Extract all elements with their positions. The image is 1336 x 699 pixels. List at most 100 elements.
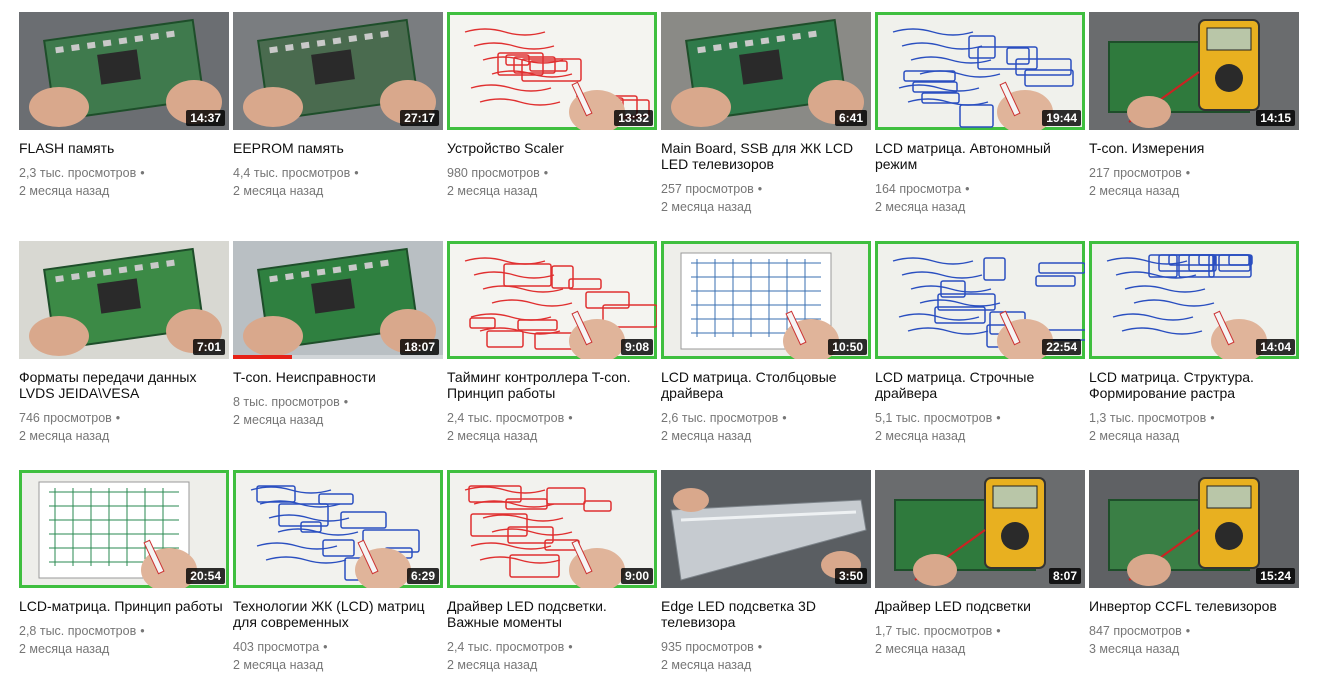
metadata-separator: •: [1185, 624, 1191, 638]
video-title[interactable]: Драйвер LED подсветки: [875, 598, 1085, 614]
video-thumbnail[interactable]: 22:54: [875, 241, 1085, 359]
video-card[interactable]: 3:50 Edge LED подсветка 3D телевизора 935 …: [661, 470, 871, 699]
video-upload-age: 2 месяца назад: [1089, 184, 1180, 198]
video-thumbnail[interactable]: 10:50: [661, 241, 871, 359]
video-thumbnail[interactable]: 7:01: [19, 241, 229, 359]
video-metadata: 1,3 тыс. просмотров • 2 месяца назад: [1089, 409, 1299, 445]
video-view-count: 2,6 тыс. просмотров: [661, 411, 779, 425]
video-duration-badge: 20:54: [186, 568, 225, 584]
video-title[interactable]: LCD матрица. Строчные драйвера: [875, 369, 1085, 401]
video-metadata: 257 просмотров • 2 месяца назад: [661, 180, 871, 216]
video-card[interactable]: 6:29 Технологии ЖК (LCD) матриц для совре…: [233, 470, 443, 699]
video-card[interactable]: 19:44 LCD матрица. Автономный режим 164 пр…: [875, 12, 1085, 241]
metadata-separator: •: [568, 411, 573, 425]
video-thumbnail[interactable]: 6:41: [661, 12, 871, 130]
video-card[interactable]: 14:37 FLASH память 2,3 тыс. просмотров • 2 м…: [19, 12, 229, 241]
video-title[interactable]: Инвертор CCFL телевизоров: [1089, 598, 1299, 614]
video-metadata: 403 просмотра • 2 месяца назад: [233, 638, 443, 674]
video-upload-age: 3 месяца назад: [1089, 642, 1180, 656]
video-upload-age: 2 месяца назад: [875, 642, 966, 656]
video-thumbnail[interactable]: 3:50: [661, 470, 871, 588]
video-card[interactable]: 8:07 Драйвер LED подсветки 1,7 тыс. просмо…: [875, 470, 1085, 699]
video-duration-badge: 13:32: [614, 110, 653, 126]
video-upload-age: 2 месяца назад: [1089, 429, 1180, 443]
video-metadata: 980 просмотров • 2 месяца назад: [447, 164, 657, 200]
video-card[interactable]: 14:04 LCD матрица. Структура. Формировани…: [1089, 241, 1299, 470]
metadata-separator: •: [343, 395, 349, 409]
video-metadata: 4,4 тыс. просмотров • 2 месяца назад: [233, 164, 443, 200]
video-upload-age: 2 месяца назад: [661, 429, 752, 443]
video-duration-badge: 9:00: [620, 568, 653, 584]
video-title[interactable]: Тайминг контроллера T-con. Принцип работ…: [447, 369, 657, 401]
video-metadata: 2,3 тыс. просмотров • 2 месяца назад: [19, 164, 229, 200]
video-title[interactable]: Edge LED подсветка 3D телевизора: [661, 598, 871, 630]
video-title[interactable]: T-con. Измерения: [1089, 140, 1299, 156]
video-upload-age: 2 месяца назад: [447, 429, 538, 443]
video-card[interactable]: 13:32 Устройство Scaler 980 просмотров • 2 м…: [447, 12, 657, 241]
video-thumbnail[interactable]: 15:24: [1089, 470, 1299, 588]
video-card[interactable]: 6:41 Main Board, SSB для ЖК LCD LED телев…: [661, 12, 871, 241]
video-thumbnail[interactable]: 6:29: [233, 470, 443, 588]
video-title[interactable]: T-con. Неисправности: [233, 369, 443, 385]
video-metadata: 8 тыс. просмотров • 2 месяца назад: [233, 393, 443, 429]
video-card[interactable]: 18:07 T-con. Неисправности 8 тыс. просмотр…: [233, 241, 443, 470]
video-upload-age: 2 месяца назад: [233, 413, 324, 427]
video-title[interactable]: LCD матрица. Автономный режим: [875, 140, 1085, 172]
video-view-count: 164 просмотра: [875, 182, 962, 196]
video-view-count: 1,7 тыс. просмотров: [875, 624, 993, 638]
video-card[interactable]: 14:15 T-con. Измерения 217 просмотров • 2 ме…: [1089, 12, 1299, 241]
metadata-separator: •: [757, 640, 763, 654]
video-card[interactable]: 15:24 Инвертор CCFL телевизоров 847 просмо…: [1089, 470, 1299, 699]
video-title[interactable]: Форматы передачи данных LVDS JEIDA\VESA: [19, 369, 229, 401]
metadata-separator: •: [1185, 166, 1191, 180]
video-metadata: 217 просмотров • 2 месяца назад: [1089, 164, 1299, 200]
video-duration-badge: 14:04: [1256, 339, 1295, 355]
video-card[interactable]: 27:17 EEPROM память 4,4 тыс. просмотров • 2 …: [233, 12, 443, 241]
video-thumbnail[interactable]: 14:37: [19, 12, 229, 130]
video-card[interactable]: 9:00 Драйвер LED подсветки. Важные момент…: [447, 470, 657, 699]
metadata-separator: •: [782, 411, 787, 425]
video-thumbnail[interactable]: 9:08: [447, 241, 657, 359]
video-thumbnail[interactable]: 14:04: [1089, 241, 1299, 359]
video-title[interactable]: Драйвер LED подсветки. Важные моменты: [447, 598, 657, 630]
video-title[interactable]: LCD матрица. Структура. Формирование рас…: [1089, 369, 1299, 401]
video-thumbnail[interactable]: 27:17: [233, 12, 443, 130]
video-title[interactable]: Устройство Scaler: [447, 140, 657, 156]
video-duration-badge: 10:50: [828, 339, 867, 355]
video-metadata: 2,6 тыс. просмотров • 2 месяца назад: [661, 409, 871, 445]
video-upload-age: 2 месяца назад: [447, 184, 538, 198]
video-upload-age: 2 месяца назад: [875, 200, 966, 214]
video-card[interactable]: 20:54 LCD-матрица. Принцип работы 2,8 тыс.…: [19, 470, 229, 699]
video-title[interactable]: LCD матрица. Столбцовые драйвера: [661, 369, 871, 401]
video-view-count: 217 просмотров: [1089, 166, 1182, 180]
video-metadata: 2,4 тыс. просмотров • 2 месяца назад: [447, 409, 657, 445]
video-card[interactable]: 10:50 LCD матрица. Столбцовые драйвера 2,6…: [661, 241, 871, 470]
video-thumbnail[interactable]: 9:00: [447, 470, 657, 588]
video-card[interactable]: 7:01 Форматы передачи данных LVDS JEIDA\V…: [19, 241, 229, 470]
video-view-count: 746 просмотров: [19, 411, 112, 425]
video-title[interactable]: LCD-матрица. Принцип работы: [19, 598, 229, 614]
video-card[interactable]: 9:08 Тайминг контроллера T-con. Принцип р…: [447, 241, 657, 470]
video-thumbnail[interactable]: 13:32: [447, 12, 657, 130]
video-title[interactable]: Main Board, SSB для ЖК LCD LED телевизор…: [661, 140, 871, 172]
video-duration-badge: 14:37: [186, 110, 225, 126]
video-title[interactable]: Технологии ЖК (LCD) матриц для современн…: [233, 598, 443, 630]
video-duration-badge: 18:07: [400, 339, 439, 355]
video-duration-badge: 15:24: [1256, 568, 1295, 584]
video-metadata: 847 просмотров • 3 месяца назад: [1089, 622, 1299, 658]
video-thumbnail[interactable]: 20:54: [19, 470, 229, 588]
video-thumbnail[interactable]: 19:44: [875, 12, 1085, 130]
video-view-count: 2,3 тыс. просмотров: [19, 166, 137, 180]
video-duration-badge: 6:29: [406, 568, 439, 584]
video-card[interactable]: 22:54 LCD матрица. Строчные драйвера 5,1 т…: [875, 241, 1085, 470]
video-upload-age: 2 месяца назад: [19, 642, 110, 656]
video-thumbnail[interactable]: 14:15: [1089, 12, 1299, 130]
video-view-count: 1,3 тыс. просмотров: [1089, 411, 1207, 425]
video-thumbnail[interactable]: 8:07: [875, 470, 1085, 588]
video-title[interactable]: EEPROM память: [233, 140, 443, 156]
video-thumbnail[interactable]: 18:07: [233, 241, 443, 359]
video-upload-age: 2 месяца назад: [875, 429, 966, 443]
video-view-count: 2,4 тыс. просмотров: [447, 640, 565, 654]
video-metadata: 2,4 тыс. просмотров • 2 месяца назад: [447, 638, 657, 674]
video-title[interactable]: FLASH память: [19, 140, 229, 156]
